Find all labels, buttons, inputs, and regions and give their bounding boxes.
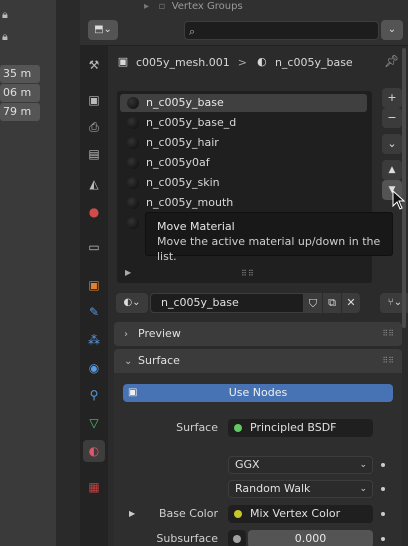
location-y-field[interactable]: 06 m: [0, 84, 40, 102]
panel-drag-grip[interactable]: ⠿⠿: [382, 322, 394, 346]
chevron-right-icon: ›: [124, 329, 128, 340]
panel-drag-grip[interactable]: ⠿⠿: [382, 349, 394, 373]
tooltip: Move Material Move the active material u…: [145, 212, 393, 263]
properties-header: ▸ ▫ Vertex Groups ⬒⌄ ⌕ ⌄: [80, 0, 408, 46]
outliner-partial-row: ▸ ▫ Vertex Groups: [144, 1, 243, 12]
editor-type-dropdown[interactable]: ⬒⌄: [88, 20, 118, 40]
object-icon[interactable]: ▣: [83, 274, 105, 296]
location-x-field[interactable]: 35 m: [0, 65, 40, 83]
subsurface-label: Subsurface: [156, 532, 218, 545]
world-icon[interactable]: ●: [83, 201, 105, 223]
duplicate-material-icon[interactable]: ⧉: [323, 293, 341, 313]
list-item[interactable]: n_c005y0af: [120, 154, 367, 172]
material-name-field[interactable]: n_c005y_base: [150, 293, 304, 313]
surface-panel-header[interactable]: ⌄ Surface ⠿⠿: [114, 349, 402, 373]
preview-panel-header[interactable]: › Preview ⠿⠿: [114, 322, 402, 346]
list-item[interactable]: n_c005y_base_d: [120, 114, 367, 132]
constraints-icon[interactable]: ⚲: [83, 384, 105, 406]
material-icon[interactable]: ◐: [83, 440, 105, 462]
color-socket-icon: [234, 510, 242, 518]
base-color-field[interactable]: Mix Vertex Color: [228, 505, 373, 523]
subsurface-socket-button[interactable]: [228, 530, 246, 546]
chevron-down-icon: ⌄: [124, 356, 133, 367]
material-icon: ◐: [257, 55, 267, 68]
chevron-down-icon: ⌄: [359, 484, 367, 494]
view-layer-icon[interactable]: ▤: [83, 143, 105, 165]
use-nodes-button[interactable]: ▣ Use Nodes: [123, 384, 393, 402]
material-ball-icon: [127, 137, 139, 149]
mesh-object-icon: ▣: [117, 55, 129, 68]
output-icon[interactable]: ⎙: [83, 116, 105, 138]
float-socket-icon: [233, 535, 241, 543]
animate-property-dot[interactable]: [381, 463, 385, 467]
material-ball-icon: [127, 177, 139, 189]
material-ball-icon: [127, 97, 139, 109]
fake-user-shield-icon[interactable]: ⛉: [304, 293, 322, 313]
surface-label: Surface: [176, 421, 218, 434]
blender-window: 🔒︎ 🔒︎ 35 m 06 m 79 m ▸ ▫ Vertex Groups ⬒…: [0, 0, 408, 546]
add-slot-button[interactable]: +: [382, 88, 402, 108]
tool-icon[interactable]: ⚒: [83, 54, 105, 76]
lock-icon[interactable]: 🔒︎: [2, 8, 8, 22]
texture-icon[interactable]: ▦: [83, 476, 105, 498]
pin-icon[interactable]: 📌︎: [384, 54, 399, 68]
shader-socket-icon: [234, 424, 242, 432]
viewport-3d[interactable]: 🔒︎ 🔒︎ 35 m 06 m 79 m: [0, 0, 80, 546]
material-ball-icon: [127, 197, 139, 209]
material-ball-icon: [127, 157, 139, 169]
subsurface-slider[interactable]: 0.000: [248, 530, 373, 546]
list-item[interactable]: n_c005y_base: [120, 94, 367, 112]
properties-editor-icon: ⬒⌄: [94, 24, 112, 35]
material-ball-icon: [127, 117, 139, 129]
collection-icon[interactable]: ▭: [83, 236, 105, 258]
remove-slot-button[interactable]: −: [382, 108, 402, 128]
list-item[interactable]: n_c005y_hair: [120, 134, 367, 152]
surface-shader-field[interactable]: Principled BSDF: [228, 419, 373, 437]
animate-property-dot[interactable]: [381, 537, 385, 541]
chevron-down-icon: ⌄: [359, 460, 367, 470]
render-icon[interactable]: ▣: [83, 89, 105, 111]
animate-property-dot[interactable]: [381, 487, 385, 491]
properties-scrollbar[interactable]: [402, 48, 406, 328]
subsurface-method-select[interactable]: Random Walk ⌄: [228, 480, 373, 498]
material-selector: ◐⌄ n_c005y_base ⛉ ⧉ ✕ ⑂⌄: [116, 293, 408, 313]
animate-property-dot[interactable]: [381, 512, 385, 516]
search-icon: ⌕: [189, 25, 196, 38]
slot-specials-button[interactable]: ⌄: [382, 134, 402, 154]
browse-material-button[interactable]: ◐⌄: [116, 293, 148, 313]
properties-panel: ▣ c005y_mesh.001 > ◐ n_c005y_base 📌︎ n_c…: [108, 46, 408, 546]
material-ball-icon: [127, 217, 139, 229]
properties-tabs: ⚒ ▣ ⎙ ▤ ◭ ● ▭ ▣ ✎ ⁂ ◉ ⚲ ▽ ◐ ▦: [80, 46, 108, 546]
unlink-material-icon[interactable]: ✕: [342, 293, 360, 313]
physics-icon[interactable]: ◉: [83, 357, 105, 379]
tooltip-description: Move the active material up/down in the …: [157, 235, 381, 263]
search-input[interactable]: ⌕: [184, 21, 379, 40]
node-tree-icon: ▣: [128, 387, 138, 398]
viewport-sidebar: [56, 0, 80, 546]
lock-icon[interactable]: 🔒︎: [2, 30, 8, 44]
move-up-button[interactable]: ▲: [382, 160, 402, 180]
list-resize-grip[interactable]: ⠿⠿: [241, 269, 255, 278]
mouse-cursor-icon: [392, 190, 406, 210]
location-z-field[interactable]: 79 m: [0, 103, 40, 121]
base-color-label: Base Color: [158, 507, 218, 520]
tooltip-title: Move Material: [157, 220, 235, 233]
mesh-data-icon[interactable]: ▽: [83, 412, 105, 434]
list-item[interactable]: n_c005y_mouth: [120, 194, 367, 212]
chevron-down-icon: ⌄: [387, 24, 397, 35]
wrench-icon[interactable]: ✎: [83, 301, 105, 323]
particles-icon[interactable]: ⁂: [83, 329, 105, 351]
breadcrumb: ▣ c005y_mesh.001 > ◐ n_c005y_base: [117, 55, 353, 69]
list-item[interactable]: n_c005y_skin: [120, 174, 367, 192]
distribution-select[interactable]: GGX ⌄: [228, 456, 373, 474]
scene-icon[interactable]: ◭: [83, 173, 105, 195]
options-dropdown[interactable]: ⌄: [381, 20, 403, 40]
list-filter-expand-icon[interactable]: ▶: [125, 268, 131, 277]
